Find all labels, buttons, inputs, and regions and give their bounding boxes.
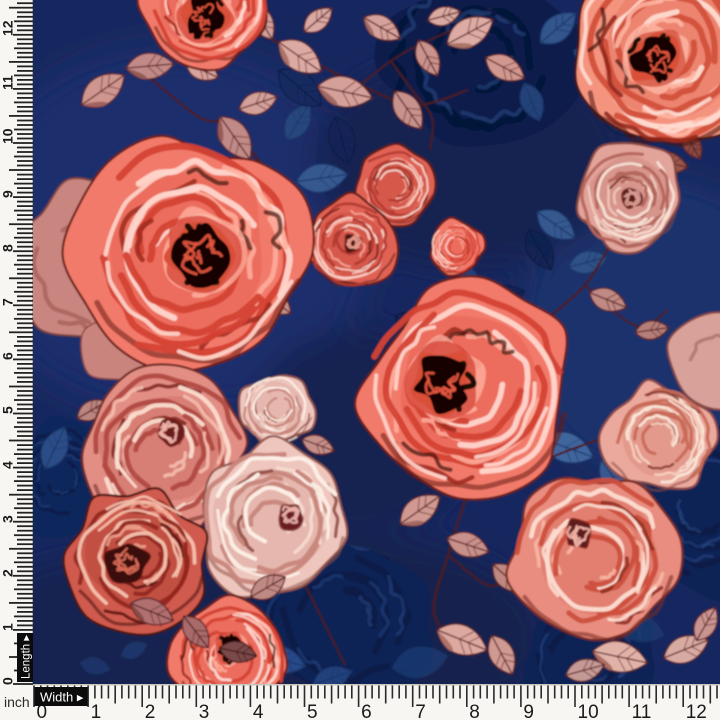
svg-text:5: 5 [307, 702, 318, 720]
svg-text:2: 2 [145, 702, 156, 720]
svg-text:8: 8 [469, 702, 480, 720]
svg-text:1: 1 [91, 702, 102, 720]
svg-text:7: 7 [0, 298, 16, 306]
svg-text:11: 11 [632, 702, 652, 720]
svg-text:inch: inch [4, 694, 30, 710]
svg-text:4: 4 [0, 461, 16, 469]
svg-text:12: 12 [686, 702, 707, 720]
svg-text:12: 12 [0, 20, 16, 36]
svg-text:6: 6 [0, 352, 16, 360]
svg-text:3: 3 [199, 702, 210, 720]
svg-text:5: 5 [0, 406, 16, 414]
svg-text:7: 7 [415, 702, 426, 720]
svg-text:10: 10 [0, 128, 16, 144]
svg-text:0: 0 [0, 677, 16, 685]
svg-text:6: 6 [361, 702, 372, 720]
svg-text:8: 8 [0, 244, 16, 252]
svg-text:11: 11 [0, 75, 16, 90]
svg-text:1: 1 [0, 623, 16, 631]
svg-text:Length ▸: Length ▸ [21, 635, 33, 679]
svg-text:3: 3 [0, 515, 16, 523]
svg-text:Width ▸: Width ▸ [40, 690, 84, 705]
svg-text:10: 10 [578, 702, 599, 720]
svg-text:4: 4 [253, 702, 264, 720]
svg-text:2: 2 [0, 569, 16, 577]
svg-text:9: 9 [523, 702, 534, 720]
svg-text:9: 9 [0, 190, 16, 198]
